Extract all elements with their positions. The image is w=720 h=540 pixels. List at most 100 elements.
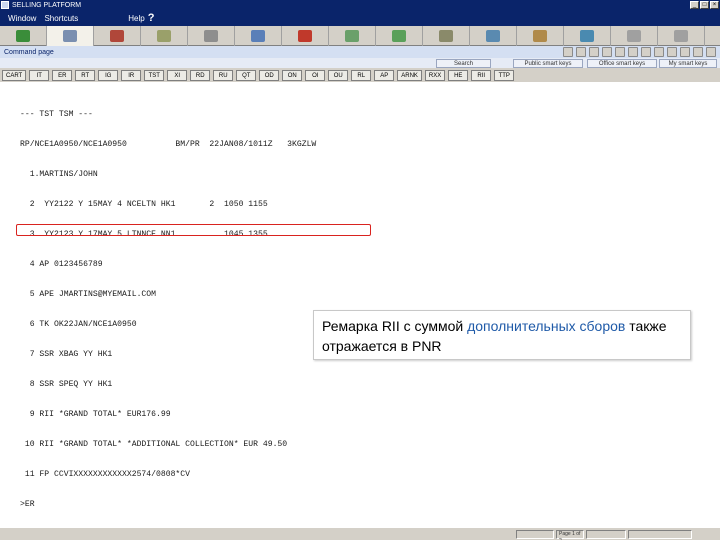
terminal-line: 1.MARTINS/JOHN xyxy=(20,170,98,179)
terminal-line: 5 APE JMARTINS@MYEMAIL.COM xyxy=(20,290,156,299)
plane-icon xyxy=(157,30,171,42)
annotation-text-1: Ремарка RII с суммой xyxy=(322,318,468,334)
mail-icon[interactable] xyxy=(706,47,716,57)
app-logo-icon xyxy=(1,1,9,9)
key-er[interactable]: ER xyxy=(52,69,73,81)
extra2-icon xyxy=(674,30,688,42)
status-segment xyxy=(586,530,626,539)
reports-icon xyxy=(486,30,500,42)
help-mark-icon: ? xyxy=(147,12,155,24)
window-titlebar: SELLING PLATFORM _ □ × xyxy=(0,0,720,10)
module-globe[interactable] xyxy=(376,26,423,46)
globe-icon xyxy=(392,30,406,42)
key-it[interactable]: IT xyxy=(29,69,50,81)
copy-icon[interactable] xyxy=(576,47,586,57)
key-rii[interactable]: RII xyxy=(471,69,492,81)
key-ru[interactable]: RU xyxy=(213,69,234,81)
key-ou[interactable]: OU xyxy=(328,69,349,81)
module-profile[interactable] xyxy=(94,26,141,46)
module-reports[interactable] xyxy=(470,26,517,46)
module-extra[interactable] xyxy=(611,26,658,46)
terminal-line: RP/NCE1A0950/NCE1A0950 BM/PR 22JAN08/101… xyxy=(20,140,317,149)
key-rd[interactable]: RD xyxy=(190,69,211,81)
close-icon[interactable]: × xyxy=(710,1,719,9)
terminal-line: 2 YY2122 Y 15MAY 4 NCELTN HK1 2 1050 115… xyxy=(20,200,268,209)
tab-search[interactable]: Search xyxy=(436,59,491,68)
smart-key-buttons: CART IT ER RT IG IR TST XI RD RU QT OD O… xyxy=(0,68,720,82)
paste-icon[interactable] xyxy=(589,47,599,57)
terminal-line: 8 SSR SPEQ YY HK1 xyxy=(20,380,113,389)
menu-bar: Window Shortcuts Help? xyxy=(0,10,720,26)
module-extra2[interactable] xyxy=(658,26,705,46)
help-icon xyxy=(580,30,594,42)
key-tst[interactable]: TST xyxy=(144,69,165,81)
module-phone[interactable] xyxy=(423,26,470,46)
key-od[interactable]: OD xyxy=(259,69,280,81)
agent-icon xyxy=(298,30,312,42)
command-page-header: Command page xyxy=(0,46,720,58)
note-icon[interactable] xyxy=(680,47,690,57)
menu-help-label: Help xyxy=(128,14,145,23)
key-oi[interactable]: OI xyxy=(305,69,326,81)
key-xi[interactable]: XI xyxy=(167,69,188,81)
key-cart[interactable]: CART xyxy=(2,69,27,81)
module-air[interactable] xyxy=(141,26,188,46)
highlight-rii-line xyxy=(16,224,371,236)
terminal-prompt: >ER xyxy=(20,500,35,509)
smart-keys-bar: Search Public smart keys Office smart ke… xyxy=(0,58,720,68)
user-icon xyxy=(63,30,77,42)
new-icon[interactable] xyxy=(563,47,573,57)
key-rl[interactable]: RL xyxy=(351,69,372,81)
table-icon xyxy=(204,30,218,42)
module-car[interactable] xyxy=(235,26,282,46)
extra-icon xyxy=(627,30,641,42)
key-he[interactable]: HE xyxy=(448,69,469,81)
module-pnr[interactable] xyxy=(0,26,47,46)
module-agent[interactable] xyxy=(282,26,329,46)
annotation-callout: Ремарка RII с суммой дополнительных сбор… xyxy=(313,310,691,360)
key-on[interactable]: ON xyxy=(282,69,303,81)
module-table[interactable] xyxy=(188,26,235,46)
key-qt[interactable]: QT xyxy=(236,69,257,81)
command-page-title: Command page xyxy=(4,48,54,56)
minimize-icon[interactable]: _ xyxy=(690,1,699,9)
key-rt[interactable]: RT xyxy=(75,69,96,81)
module-help[interactable] xyxy=(564,26,611,46)
check-icon[interactable] xyxy=(693,47,703,57)
terminal-line: --- TST TSM --- xyxy=(20,110,93,119)
menu-help[interactable]: Help? xyxy=(128,12,154,24)
key-ir[interactable]: IR xyxy=(121,69,142,81)
cut-icon[interactable] xyxy=(602,47,612,57)
annotation-text-highlight: дополнительных сборов xyxy=(467,318,626,334)
info-icon[interactable] xyxy=(628,47,638,57)
terminal-line: 9 RII *GRAND TOTAL* EUR176.99 xyxy=(20,410,171,419)
module-command[interactable] xyxy=(47,26,94,46)
status-bar: Page 1 of 2 xyxy=(0,527,720,540)
phone-icon xyxy=(439,30,453,42)
terminal-line-highlighted: 10 RII *GRAND TOTAL* *ADDITIONAL COLLECT… xyxy=(20,440,288,449)
edit-icon[interactable] xyxy=(641,47,651,57)
status-page: Page 1 of 2 xyxy=(556,530,584,540)
module-tools[interactable] xyxy=(329,26,376,46)
clear-icon[interactable] xyxy=(654,47,664,57)
car-icon xyxy=(251,30,265,42)
key-ig[interactable]: IG xyxy=(98,69,119,81)
key-ap[interactable]: AP xyxy=(374,69,395,81)
key-arnk[interactable]: ARNK xyxy=(397,69,422,81)
module-toolbar xyxy=(0,26,720,46)
maximize-icon[interactable]: □ xyxy=(700,1,709,9)
status-segment xyxy=(628,530,692,539)
tab-office-smart-keys[interactable]: Office smart keys xyxy=(587,59,657,68)
tab-public-smart-keys[interactable]: Public smart keys xyxy=(513,59,583,68)
module-settings[interactable] xyxy=(517,26,564,46)
key-rxx[interactable]: RXX xyxy=(424,69,446,81)
pnr-icon xyxy=(16,30,30,42)
terminal-output[interactable]: --- TST TSM --- RP/NCE1A0950/NCE1A0950 B… xyxy=(20,90,660,509)
print-icon[interactable] xyxy=(615,47,625,57)
tab-my-smart-keys[interactable]: My smart keys xyxy=(659,59,717,68)
menu-window[interactable]: Window xyxy=(8,14,36,23)
window-icon[interactable] xyxy=(667,47,677,57)
menu-shortcuts[interactable]: Shortcuts xyxy=(44,14,78,23)
person-icon xyxy=(110,30,124,42)
key-ttp[interactable]: TTP xyxy=(494,69,515,81)
